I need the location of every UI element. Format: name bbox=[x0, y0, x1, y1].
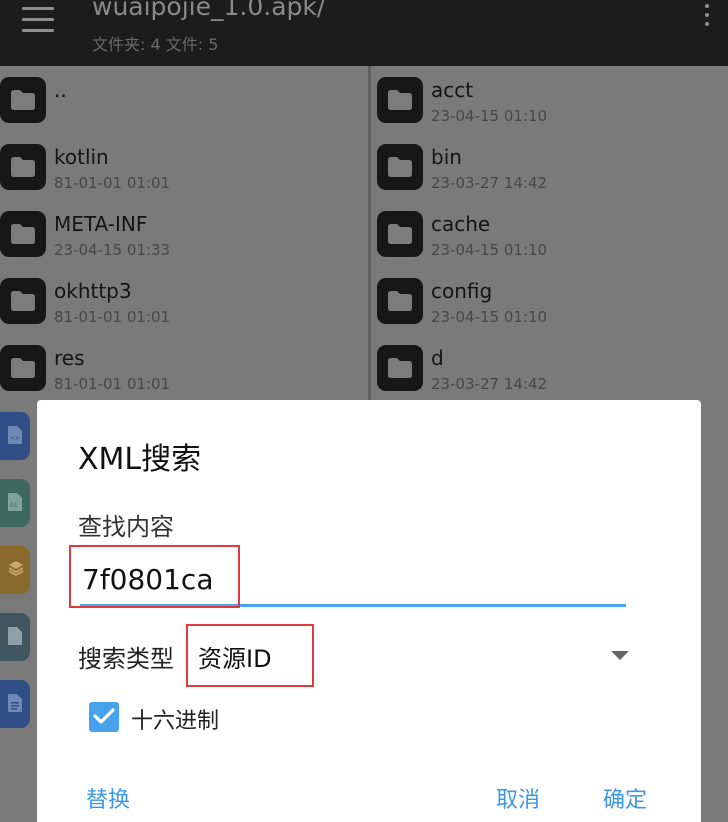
highlight-box-find-value bbox=[69, 545, 240, 608]
folder-date: 81-01-01 01:01 bbox=[54, 375, 171, 393]
more-options-icon[interactable] bbox=[700, 4, 714, 34]
binary-file-icon[interactable]: 01 bbox=[0, 479, 30, 527]
highlight-box-search-type bbox=[186, 624, 314, 687]
folder-date: 23-04-15 01:10 bbox=[431, 241, 548, 259]
folder-date: 23-04-15 01:10 bbox=[431, 107, 548, 125]
folder-date: 23-04-15 01:10 bbox=[431, 308, 548, 326]
svg-text:01: 01 bbox=[10, 502, 18, 509]
folder-icon bbox=[377, 144, 423, 190]
document-file-icon[interactable] bbox=[0, 613, 30, 661]
folder-row[interactable]: okhttp3 81-01-01 01:01 bbox=[0, 267, 368, 334]
folder-row[interactable]: config 23-04-15 01:10 bbox=[371, 267, 728, 334]
hex-checkbox-label[interactable]: 十六进制 bbox=[131, 703, 219, 735]
hex-checkbox[interactable] bbox=[89, 702, 119, 732]
path-title: wuaipojie_1.0.apk/ bbox=[92, 0, 326, 21]
folder-name: okhttp3 bbox=[54, 279, 132, 303]
dropdown-arrow-icon bbox=[611, 651, 629, 660]
xml-file-icon[interactable]: <> bbox=[0, 412, 30, 460]
folder-row[interactable]: acct 23-04-15 01:10 bbox=[371, 66, 728, 133]
folder-row[interactable]: d 23-03-27 14:42 bbox=[371, 334, 728, 401]
folder-icon bbox=[377, 77, 423, 123]
folder-icon bbox=[0, 77, 46, 123]
folder-row[interactable]: META-INF 23-04-15 01:33 bbox=[0, 200, 368, 267]
folder-name: bin bbox=[431, 145, 462, 169]
find-content-label: 查找内容 bbox=[78, 513, 174, 541]
folder-icon bbox=[0, 211, 46, 257]
folder-name: acct bbox=[431, 78, 474, 102]
folder-name: META-INF bbox=[54, 212, 148, 236]
folder-row[interactable]: kotlin 81-01-01 01:01 bbox=[0, 133, 368, 200]
folder-row[interactable]: bin 23-03-27 14:42 bbox=[371, 133, 728, 200]
layers-file-icon[interactable] bbox=[0, 546, 30, 594]
folder-icon bbox=[0, 278, 46, 324]
svg-text:<>: <> bbox=[10, 435, 20, 442]
folder-date: 23-04-15 01:33 bbox=[54, 241, 171, 259]
text-file-icon[interactable] bbox=[0, 680, 30, 728]
folder-name: d bbox=[431, 346, 444, 370]
folder-icon bbox=[0, 144, 46, 190]
cancel-button[interactable]: 取消 bbox=[496, 782, 540, 814]
folder-row[interactable]: cache 23-04-15 01:10 bbox=[371, 200, 728, 267]
replace-button[interactable]: 替换 bbox=[86, 782, 130, 814]
folder-icon bbox=[0, 345, 46, 391]
folder-name: res bbox=[54, 346, 85, 370]
folder-icon bbox=[377, 211, 423, 257]
folder-icon bbox=[377, 278, 423, 324]
folder-row[interactable]: .. bbox=[0, 66, 368, 133]
app-bar: wuaipojie_1.0.apk/ 文件夹: 4 文件: 5 bbox=[0, 0, 728, 66]
folder-icon bbox=[377, 345, 423, 391]
dialog-title: XML搜索 bbox=[78, 442, 202, 477]
confirm-button[interactable]: 确定 bbox=[603, 782, 647, 814]
folder-date: 23-03-27 14:42 bbox=[431, 375, 548, 393]
folder-name: kotlin bbox=[54, 145, 109, 169]
folder-date: 81-01-01 01:01 bbox=[54, 174, 171, 192]
folder-date: 23-03-27 14:42 bbox=[431, 174, 548, 192]
folder-date: 81-01-01 01:01 bbox=[54, 308, 171, 326]
checkmark-icon bbox=[93, 708, 115, 724]
folder-name: config bbox=[431, 279, 493, 303]
folder-name: cache bbox=[431, 212, 491, 236]
folder-file-count: 文件夹: 4 文件: 5 bbox=[92, 35, 219, 54]
folder-row[interactable]: res 81-01-01 01:01 bbox=[0, 334, 368, 401]
search-type-label: 搜索类型 bbox=[78, 645, 174, 673]
folder-name: .. bbox=[54, 78, 67, 102]
menu-icon[interactable] bbox=[22, 7, 54, 33]
xml-search-dialog: XML搜索 查找内容 搜索类型 资源ID 十六进制 替换 取消 确定 bbox=[37, 400, 701, 822]
